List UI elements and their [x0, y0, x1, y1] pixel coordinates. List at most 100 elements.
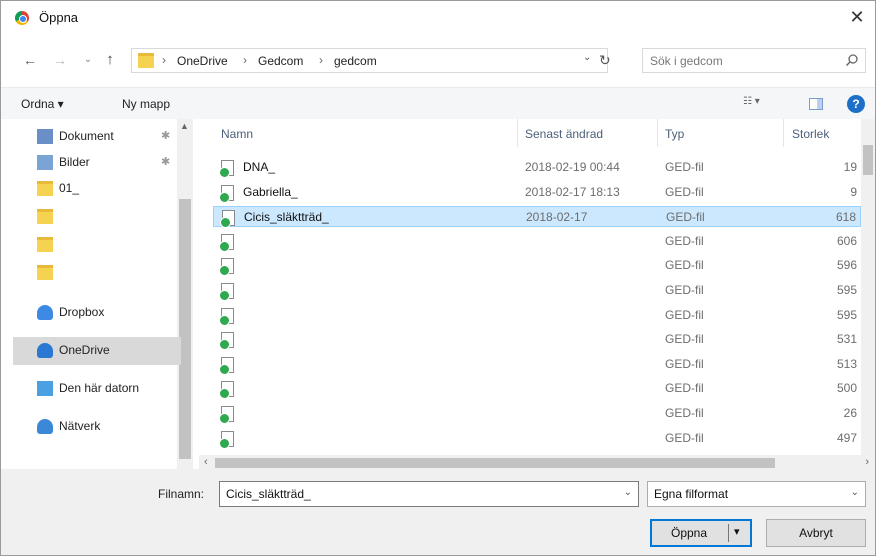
command-toolbar: Ordna ▾ Ny mapp ☷ ▾ ?	[1, 87, 875, 119]
breadcrumb-gedcom[interactable]: gedcom	[334, 54, 377, 68]
file-row[interactable]: Cicis_släktträd_ 2018-02-17 GED-fil 618	[213, 206, 861, 229]
sidebar-item[interactable]: Bilder ✱	[13, 149, 181, 177]
recent-locations-icon[interactable]: ⌄	[79, 51, 97, 69]
sidebar-item[interactable]: Dokument ✱	[13, 123, 181, 151]
file-row[interactable]: GED-fil 596	[213, 255, 861, 277]
sidebar-item[interactable]	[13, 203, 181, 231]
folder-icon	[37, 237, 53, 252]
file-type: GED-fil	[666, 210, 705, 225]
column-divider[interactable]	[783, 119, 784, 147]
file-list: Namn Senast ändrad Typ Storlek ‹ › DNA_ 2…	[199, 119, 875, 471]
breadcrumb-onedrive[interactable]: OneDrive	[177, 54, 228, 68]
sidebar-item-label: Dropbox	[59, 305, 105, 319]
forward-arrow-icon[interactable]: →	[51, 51, 69, 69]
sidebar-item[interactable]: Nätverk	[13, 413, 181, 441]
split-divider	[728, 524, 729, 542]
filename-label: Filnamn:	[158, 487, 205, 501]
documents-icon	[37, 129, 53, 144]
ged-file-icon	[219, 356, 234, 375]
vertical-scroll-thumb[interactable]	[863, 145, 873, 175]
search-icon	[845, 54, 858, 67]
file-type: GED-fil	[665, 283, 704, 297]
ged-file-icon	[219, 160, 234, 178]
chevron-down-icon[interactable]: ⌄	[624, 487, 632, 498]
scroll-up-icon[interactable]: ▲	[180, 121, 189, 131]
column-header-name[interactable]: Namn	[221, 127, 253, 141]
view-options-icon[interactable]: ☷ ▾	[743, 96, 771, 112]
cancel-button[interactable]: Avbryt	[766, 519, 866, 547]
ged-file-icon	[219, 332, 234, 351]
file-row[interactable]: GED-fil 497	[213, 428, 861, 449]
open-button[interactable]: Öppna ▾	[650, 519, 752, 547]
file-row[interactable]: GED-fil 26	[213, 403, 861, 424]
sidebar-item[interactable]	[13, 231, 181, 259]
column-divider[interactable]	[657, 119, 658, 147]
file-size: 595	[836, 283, 857, 297]
column-header-type[interactable]: Typ	[665, 127, 684, 141]
sidebar-item-label: Nätverk	[59, 419, 101, 433]
chevron-down-icon[interactable]: ⌄	[851, 487, 859, 498]
file-row[interactable]: DNA_ 2018-02-19 00:44 GED-fil 19	[213, 157, 861, 178]
file-row[interactable]: Gabriella_ 2018-02-17 18:13 GED-fil 9	[213, 182, 861, 203]
organize-menu[interactable]: Ordna ▾	[21, 97, 64, 111]
sidebar-item[interactable]	[13, 259, 181, 287]
sidebar-item[interactable]: Dropbox	[13, 299, 181, 327]
file-row[interactable]: GED-fil 595	[213, 280, 861, 301]
sidebar-item[interactable]: OneDrive	[13, 337, 181, 365]
refresh-icon[interactable]: ↻	[599, 52, 611, 69]
scroll-left-icon[interactable]: ‹	[204, 456, 208, 468]
up-arrow-icon[interactable]: ↑	[101, 51, 119, 69]
column-header-date[interactable]: Senast ändrad	[525, 127, 603, 141]
file-type: GED-fil	[665, 332, 704, 347]
file-type: GED-fil	[665, 356, 704, 371]
folder-sync-icon	[37, 209, 53, 224]
file-row[interactable]: GED-fil 606	[213, 231, 861, 252]
breadcrumb-gedcom-parent[interactable]: Gedcom	[258, 54, 303, 68]
file-name: Gabriella_	[243, 184, 298, 199]
pin-icon[interactable]: ✱	[161, 129, 170, 142]
chrome-icon	[15, 11, 29, 25]
scroll-right-icon[interactable]: ›	[865, 456, 869, 468]
ged-file-icon	[219, 184, 234, 203]
sidebar-item[interactable]: 01_	[13, 175, 181, 203]
file-size: 595	[836, 307, 857, 322]
ged-file-icon	[220, 210, 235, 229]
computer-icon	[37, 381, 53, 396]
navigation-bar: ← → ⌄ ↑ › OneDrive › Gedcom › gedcom ⌄ ↻…	[1, 43, 875, 79]
folder-icon	[138, 53, 154, 68]
breadcrumb-separator: ›	[243, 53, 247, 67]
breadcrumb-separator: ›	[162, 53, 166, 67]
horizontal-scroll-thumb[interactable]	[215, 458, 775, 468]
file-row[interactable]: GED-fil 500	[213, 378, 861, 400]
open-options-arrow-icon[interactable]: ▾	[734, 525, 740, 538]
sidebar-item-label: Dokument	[59, 129, 114, 143]
file-type: GED-fil	[665, 258, 704, 273]
column-divider[interactable]	[517, 119, 518, 147]
file-type: GED-fil	[665, 430, 704, 445]
file-size: 26	[843, 406, 857, 420]
address-bar[interactable]: › OneDrive › Gedcom › gedcom	[131, 48, 608, 73]
back-arrow-icon[interactable]: ←	[21, 51, 39, 69]
file-size: 513	[836, 356, 857, 371]
filetype-select[interactable]: Egna filformat ⌄	[647, 481, 866, 507]
help-icon[interactable]: ?	[847, 95, 865, 113]
file-list-vertical-scrollbar[interactable]	[861, 119, 875, 455]
filename-input[interactable]: Cicis_släktträd_ ⌄	[219, 481, 639, 507]
file-row[interactable]: GED-fil 513	[213, 354, 861, 375]
sidebar-item-label: 01_	[59, 181, 80, 195]
file-row[interactable]: GED-fil 595	[213, 305, 861, 326]
ged-file-icon	[219, 381, 234, 400]
search-input[interactable]: Sök i gedcom	[642, 48, 866, 73]
new-folder-button[interactable]: Ny mapp	[122, 97, 170, 111]
file-row[interactable]: GED-fil 531	[213, 329, 861, 351]
file-date: 2018-02-17 18:13	[525, 184, 620, 199]
preview-pane-icon[interactable]	[809, 98, 823, 110]
open-file-dialog: Öppna ✕ ← → ⌄ ↑ › OneDrive › Gedcom › ge…	[0, 0, 876, 556]
dialog-footer: Filnamn: Cicis_släktträd_ ⌄ Egna filform…	[1, 469, 875, 555]
column-header-size[interactable]: Storlek	[792, 127, 829, 141]
address-dropdown-icon[interactable]: ⌄	[583, 52, 591, 63]
close-button[interactable]: ✕	[845, 7, 869, 29]
sidebar-item[interactable]: Den här datorn	[13, 375, 181, 403]
folder-sync-icon	[37, 181, 53, 196]
pin-icon[interactable]: ✱	[161, 155, 170, 168]
